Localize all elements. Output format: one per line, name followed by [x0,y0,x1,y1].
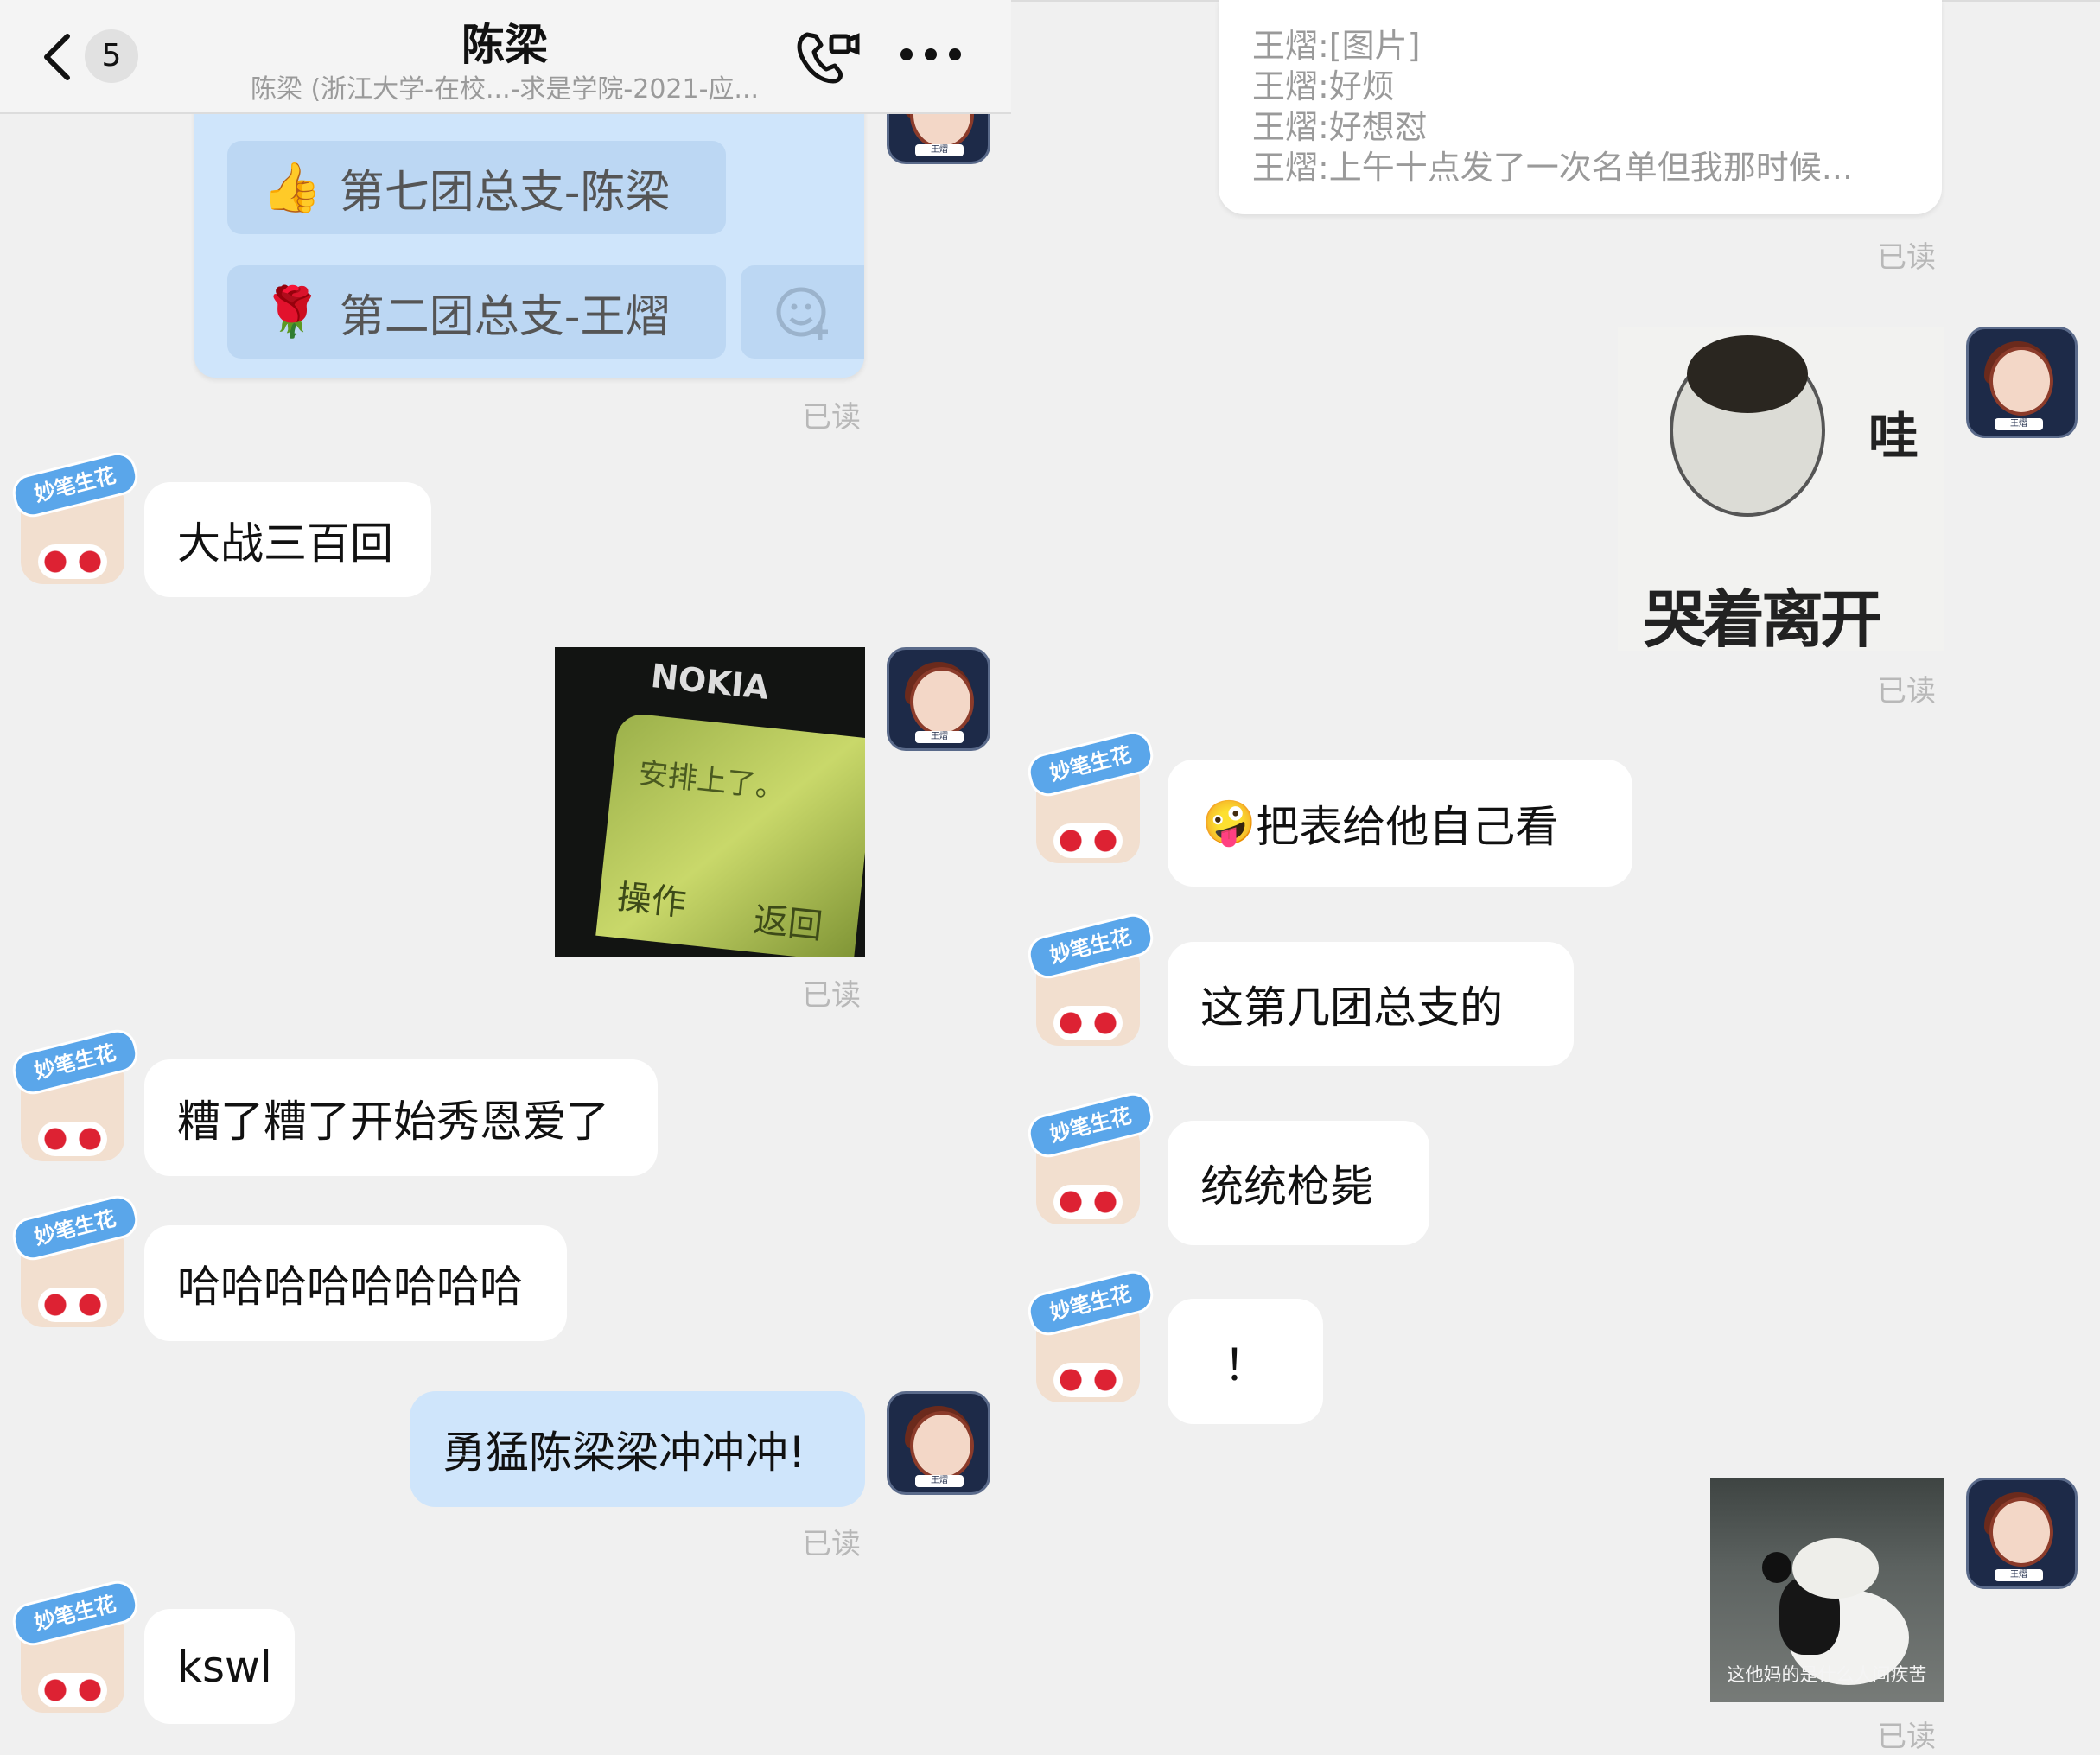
poll-option-label: 第二团总支-王熠 [339,290,671,343]
read-receipt: 已读 [802,978,861,1013]
read-receipt: 已读 [802,400,861,435]
chat-subtitle: 陈梁 (浙江大学-在校...-求是学院-2021-应... [250,74,760,105]
message-bubble[interactable]: 这第几团总支的 [1168,942,1574,1066]
sticker-caption: 哭着离开 [1644,583,1882,651]
thumbs-up-icon: 👍 [262,160,322,216]
self-avatar[interactable]: 王熠 [887,647,990,751]
message-bubble[interactable]: 哈哈哈哈哈哈哈哈 [144,1225,567,1341]
message-bubble[interactable]: ！ [1168,1299,1323,1424]
forwarded-line: 王熠:上午十点发了一次名单但我那时候... [1252,149,1854,187]
more-dots-icon[interactable] [900,48,961,60]
forwarded-line: 王熠:[图片] [1252,27,1421,65]
poll-option-label: 第七团总支-陈梁 [339,166,671,219]
emoji-add-icon [776,287,828,340]
add-reaction-button[interactable] [741,265,864,359]
nokia-image[interactable]: NOKIA 安排上了。 操作 返回 [555,647,865,957]
contact-avatar[interactable]: 妙笔生花 [1024,1089,1157,1225]
chat-title: 陈梁 [461,20,548,70]
screen-right-key: 返回 [751,900,825,947]
message-text: 把表给他自己看 [1256,801,1559,852]
avatar-tag: 王熠 [1995,1569,2043,1581]
self-avatar[interactable]: 王熠 [1966,327,2078,438]
zany-face-emoji: 🤪 [1202,798,1257,848]
avatar-tag: 王熠 [915,1475,964,1487]
contact-avatar[interactable]: 妙笔生花 [9,448,142,585]
message-bubble[interactable]: 🤪 把表给他自己看 [1168,760,1632,887]
read-receipt: 已读 [1877,1720,1936,1754]
contact-avatar[interactable]: 妙笔生花 [1024,910,1157,1046]
phone-video-icon[interactable] [795,29,861,86]
message-bubble[interactable]: 统统枪毙 [1168,1121,1429,1245]
poll-option-1[interactable]: 👍 第七团总支-陈梁 [227,141,726,234]
back-chevron-icon[interactable] [41,33,73,81]
forwarded-line: 王熠:好想怼 [1252,108,1428,146]
read-receipt: 已读 [802,1527,861,1561]
screen-text: 安排上了。 [637,755,787,806]
forwarded-chat-record[interactable]: 王熠:[图片] 王熠:好烦 王熠:好想怼 王熠:上午十点发了一次名单但我那时候.… [1219,0,1942,214]
panda-sticker-image[interactable]: 这他妈的是什么人间疾苦 [1710,1478,1944,1702]
message-bubble[interactable]: 大战三百回 [144,482,431,597]
crying-sticker-image[interactable]: 哇 哭着离开 [1618,327,1944,651]
read-receipt: 已读 [1877,240,1936,275]
contact-avatar[interactable]: 妙笔生花 [9,1577,142,1714]
self-avatar[interactable]: 王熠 [1966,1478,2078,1589]
read-receipt: 已读 [1877,674,1936,709]
avatar-tag: 王熠 [915,731,964,743]
unread-count-badge[interactable]: 5 [85,29,138,83]
poll-option-2[interactable]: 🌹 第二团总支-王熠 [227,265,726,359]
avatar-tag: 王熠 [1995,418,2043,430]
screen-left-key: 操作 [614,877,689,925]
contact-avatar[interactable]: 妙笔生花 [9,1192,142,1328]
rose-icon: 🌹 [262,284,322,340]
avatar-tag: 王熠 [915,144,964,156]
phone-screen: 安排上了。 操作 返回 [595,712,865,957]
contact-avatar[interactable]: 妙笔生花 [1024,728,1157,864]
sticker-caption: 这他妈的是什么人间疾苦 [1727,1664,1927,1685]
message-bubble-self[interactable]: 勇猛陈梁梁冲冲冲! [410,1391,865,1507]
contact-avatar[interactable]: 妙笔生花 [9,1026,142,1162]
sticker-text: 哇 [1868,407,1919,466]
message-bubble[interactable]: kswl [144,1609,295,1724]
contact-avatar[interactable]: 妙笔生花 [1024,1267,1157,1403]
message-bubble[interactable]: 糟了糟了开始秀恩爱了 [144,1059,658,1176]
self-avatar[interactable]: 王熠 [887,1391,990,1495]
chat-header: 5 陈梁 陈梁 (浙江大学-在校...-求是学院-2021-应... [0,0,1011,114]
image-brand-text: NOKIA [649,656,771,708]
forwarded-line: 王熠:好烦 [1252,67,1395,105]
